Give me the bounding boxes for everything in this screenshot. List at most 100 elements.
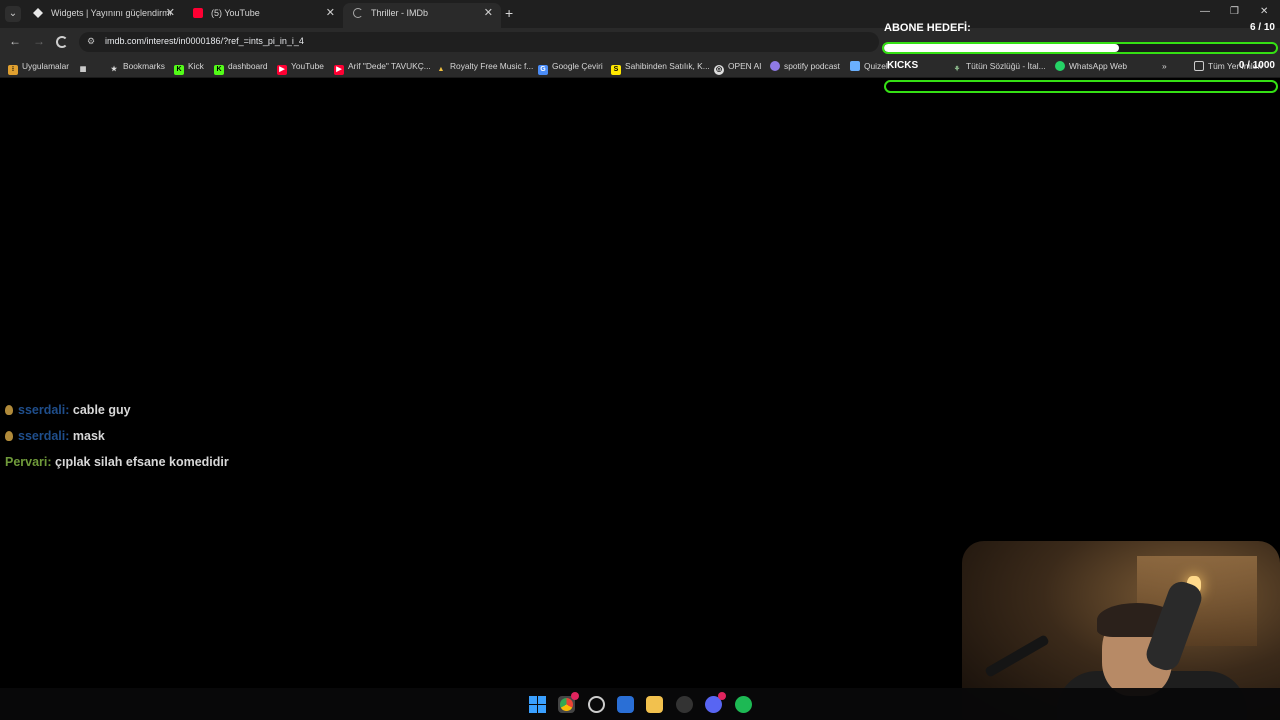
tab-imdb[interactable]: Thriller - IMDb ✕: [343, 3, 501, 28]
bookmark-label: YouTube: [291, 61, 324, 71]
store-icon[interactable]: [617, 696, 634, 713]
apps-grid-icon: ⁝: [8, 65, 18, 75]
whatsapp-icon: [1055, 61, 1065, 71]
bookmark-label: Sahibinden Satılık, K...: [625, 61, 710, 71]
bookmark-label: Uygulamalar: [22, 61, 70, 71]
bookmark-sahibinden[interactable]: S Sahibinden Satılık, K...: [611, 61, 710, 75]
bookmark-label: Google Çeviri: [552, 61, 603, 71]
stop-loading-icon[interactable]: [56, 36, 68, 48]
widgets-favicon-icon: [33, 8, 43, 18]
chat-username: sserdali:: [18, 403, 70, 417]
bookmark-whatsapp[interactable]: WhatsApp Web: [1055, 61, 1127, 71]
new-tab-button[interactable]: +: [505, 5, 513, 21]
sahibinden-icon: S: [611, 65, 621, 75]
chat-message: sserdali: mask: [5, 429, 105, 443]
taskbar: [0, 688, 1280, 720]
kick-icon: K: [174, 65, 184, 75]
steam-icon[interactable]: [676, 696, 693, 713]
kicks-goal-title: KICKS: [887, 60, 919, 71]
close-icon[interactable]: ✕: [326, 3, 335, 23]
bookmark-youtube[interactable]: ▶ YouTube: [277, 61, 324, 75]
folder-icon: [1194, 61, 1204, 71]
close-icon[interactable]: ✕: [166, 3, 175, 23]
discord-icon[interactable]: [705, 692, 726, 713]
bookmark-label: Arif "Dede" TAVUKÇ...: [348, 61, 431, 71]
site-settings-icon[interactable]: ⚙: [87, 36, 95, 47]
tab-youtube[interactable]: (5) YouTube ✕: [183, 3, 343, 28]
chat-message: Pervari: çıplak silah efsane komedidir: [5, 455, 229, 469]
bookmarks-bar: ⁝ Uygulamalar ▦ ★ Bookmarks K Kick Kdashboa…: [0, 56, 1280, 78]
chat-text: çıplak silah efsane komedidir: [55, 455, 229, 469]
bookmark-label: Tütün Sözlüğü - İtal...: [966, 61, 1046, 71]
screen: ⌄ Widgets | Yayınını güçlendirmek ✕ (5) …: [0, 0, 1280, 720]
tab-label: Thriller - IMDb: [371, 8, 429, 18]
chat-username: Pervari:: [5, 455, 52, 469]
chat-badge-icon: [5, 405, 13, 415]
leaf-icon: ⚘: [953, 66, 961, 73]
bookmark-label: spotify podcast: [784, 61, 840, 71]
openai-icon: ◎: [714, 65, 724, 75]
subscriber-goal-bar: [882, 42, 1278, 54]
youtube-favicon-icon: [193, 8, 203, 18]
bookmark-label: Kick: [188, 61, 204, 71]
bookmark-label: Bookmarks: [123, 61, 165, 71]
address-bar[interactable]: ⚙ imdb.com/interest/in0000186/?ref_=ints…: [79, 32, 879, 52]
subscriber-goal-count: 6 / 10: [1249, 22, 1275, 33]
notification-badge: [571, 692, 579, 700]
bookmark-dashboard[interactable]: Kdashboard: [214, 61, 268, 75]
bookmark-arif-dede[interactable]: ▶ Arif "Dede" TAVUKÇ...: [334, 61, 431, 75]
chrome-icon[interactable]: [558, 692, 579, 713]
back-arrow-icon[interactable]: ←: [9, 34, 21, 48]
bookmark-grid[interactable]: ▦: [78, 61, 92, 75]
url-text: imdb.com/interest/in0000186/?ref_=ints_p…: [105, 36, 304, 46]
bookmark-label: OPEN AI: [728, 61, 762, 71]
bookmark-label: dashboard: [228, 61, 268, 71]
tab-strip: ⌄ Widgets | Yayınını güçlendirmek ✕ (5) …: [0, 0, 1280, 28]
subscriber-goal-fill: [884, 44, 1120, 52]
webcam-microphone: [984, 634, 1050, 678]
bookmark-tutun-sozlugu[interactable]: ⚘ Tütün Sözlüğü - İtal...: [952, 61, 1046, 75]
tab-search-chevron-icon[interactable]: ⌄: [5, 6, 21, 22]
grid-icon: ▦: [79, 66, 87, 73]
kick-icon: K: [214, 65, 224, 75]
close-icon[interactable]: ✕: [484, 3, 493, 23]
file-explorer-icon[interactable]: [646, 696, 663, 713]
bookmark-quizell[interactable]: Quizell: [850, 61, 890, 71]
forward-arrow-icon[interactable]: →: [33, 34, 45, 48]
bookmark-bookmarks[interactable]: ★ Bookmarks: [109, 61, 165, 75]
bookmark-openai[interactable]: ◎ OPEN AI: [714, 61, 762, 75]
windows-start-icon[interactable]: [529, 696, 546, 713]
chat-message: sserdali: cable guy: [5, 403, 131, 417]
star-icon: ★: [110, 66, 118, 73]
restore-icon[interactable]: ❐: [1230, 6, 1239, 17]
close-window-icon[interactable]: ✕: [1260, 6, 1268, 17]
bookmark-spotify-podcast[interactable]: spotify podcast: [770, 61, 840, 71]
chat-badge-icon: [5, 431, 13, 441]
notification-badge: [718, 692, 726, 700]
bookmark-apps[interactable]: ⁝ Uygulamalar: [8, 61, 69, 75]
tab-widgets[interactable]: Widgets | Yayınını güçlendirmek ✕: [23, 3, 183, 28]
chat-username: sserdali:: [18, 429, 70, 443]
youtube-icon: ▶: [334, 65, 344, 75]
more-bookmarks-chevron-icon[interactable]: »: [1162, 61, 1167, 71]
bookmark-label: Quizell: [864, 61, 890, 71]
tab-label: Widgets | Yayınını güçlendirmek: [51, 8, 171, 18]
bookmark-label: WhatsApp Web: [1069, 61, 1128, 71]
tab-label: (5) YouTube: [211, 8, 260, 18]
bookmark-label: Royalty Free Music f...: [450, 61, 534, 71]
spotify-icon[interactable]: [735, 696, 752, 713]
loading-spinner-icon: [353, 8, 363, 18]
youtube-icon: ▶: [277, 65, 287, 75]
chat-text: cable guy: [72, 403, 131, 417]
bookmark-kick[interactable]: K Kick: [174, 61, 204, 75]
app-icon[interactable]: [588, 696, 605, 713]
triangle-icon: ▲: [437, 66, 445, 73]
bookmark-google-translate[interactable]: G Google Çeviri: [538, 61, 603, 75]
subscriber-goal-title: ABONE HEDEFİ:: [884, 22, 971, 34]
quiz-icon: [850, 61, 860, 71]
bookmark-royalty-free[interactable]: ▲ Royalty Free Music f...: [436, 61, 534, 75]
kicks-goal-bar: [884, 80, 1278, 93]
translate-icon: G: [538, 65, 548, 75]
minimize-icon[interactable]: —: [1200, 6, 1210, 17]
kicks-goal-count: 0 / 1000: [1238, 60, 1275, 71]
